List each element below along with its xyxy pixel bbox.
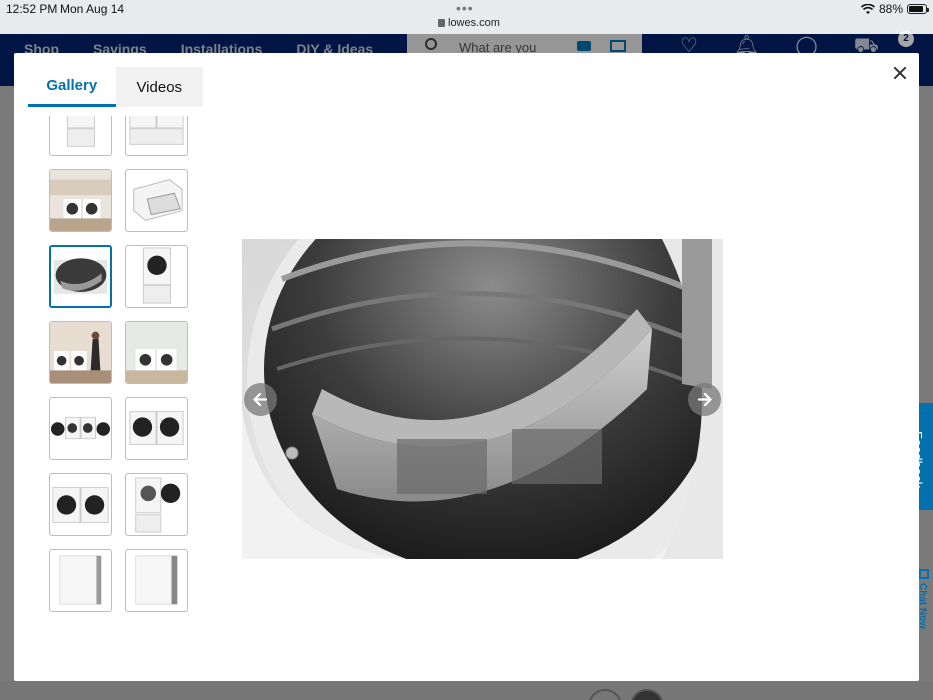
arrow-right-icon[interactable]	[688, 383, 721, 416]
wifi-icon	[860, 3, 875, 14]
carousel-dot[interactable]	[588, 689, 622, 700]
chat-now-tab[interactable]: Chat Now	[917, 567, 933, 647]
gallery-tabs: Gallery Videos	[28, 67, 203, 107]
address-bar[interactable]: lowes.com	[438, 17, 500, 29]
gallery-thumbnail-dryer-drum-interior[interactable]	[49, 245, 112, 308]
gallery-thumbnail-person-laundry-scene[interactable]	[49, 321, 112, 384]
tab-gallery[interactable]: Gallery	[28, 67, 116, 107]
close-icon[interactable]	[890, 63, 910, 83]
gallery-thumbnail-pair-front-angle[interactable]	[49, 473, 112, 536]
tab-videos[interactable]: Videos	[116, 67, 204, 107]
main-product-image	[242, 239, 723, 559]
thumbnail-list[interactable]	[48, 116, 198, 636]
lock-icon	[438, 19, 445, 27]
gallery-thumbnail-laundry-room-pair[interactable]	[125, 321, 188, 384]
status-date: Mon Aug 14	[60, 2, 125, 16]
gallery-thumbnail-washer-on-pedestal[interactable]	[49, 116, 112, 156]
address-url: lowes.com	[448, 17, 500, 29]
carousel-dots	[588, 689, 664, 700]
status-time: 12:52 PM	[6, 2, 58, 16]
carousel-dot-active[interactable]	[630, 689, 664, 700]
browser-more-icon[interactable]: •••	[456, 0, 474, 16]
gallery-thumbnail-pair-front[interactable]	[125, 397, 188, 460]
gallery-thumbnail-laundry-room-scene[interactable]	[49, 169, 112, 232]
gallery-thumbnail-pair-on-pedestals[interactable]	[125, 116, 188, 156]
gallery-thumbnail-pedestal-drawer[interactable]	[125, 169, 188, 232]
chat-icon	[919, 569, 929, 579]
gallery-thumbnail-dryer-on-pedestal[interactable]	[125, 245, 188, 308]
media-gallery-modal: Gallery Videos	[14, 53, 919, 681]
gallery-thumbnail-pair-doors-open[interactable]	[49, 397, 112, 460]
arrow-left-icon[interactable]	[244, 383, 277, 416]
battery-icon	[907, 4, 929, 14]
battery-percent: 88%	[878, 2, 903, 16]
gallery-thumbnail-side-view-alt[interactable]	[125, 549, 188, 612]
gallery-thumbnail-stacked-door-open[interactable]	[125, 473, 188, 536]
gallery-thumbnail-side-view[interactable]	[49, 549, 112, 612]
status-right: 88%	[860, 2, 929, 16]
page-background	[0, 681, 933, 700]
status-bar: 12:52 PM Mon Aug 14 ••• lowes.com 88%	[0, 0, 933, 34]
